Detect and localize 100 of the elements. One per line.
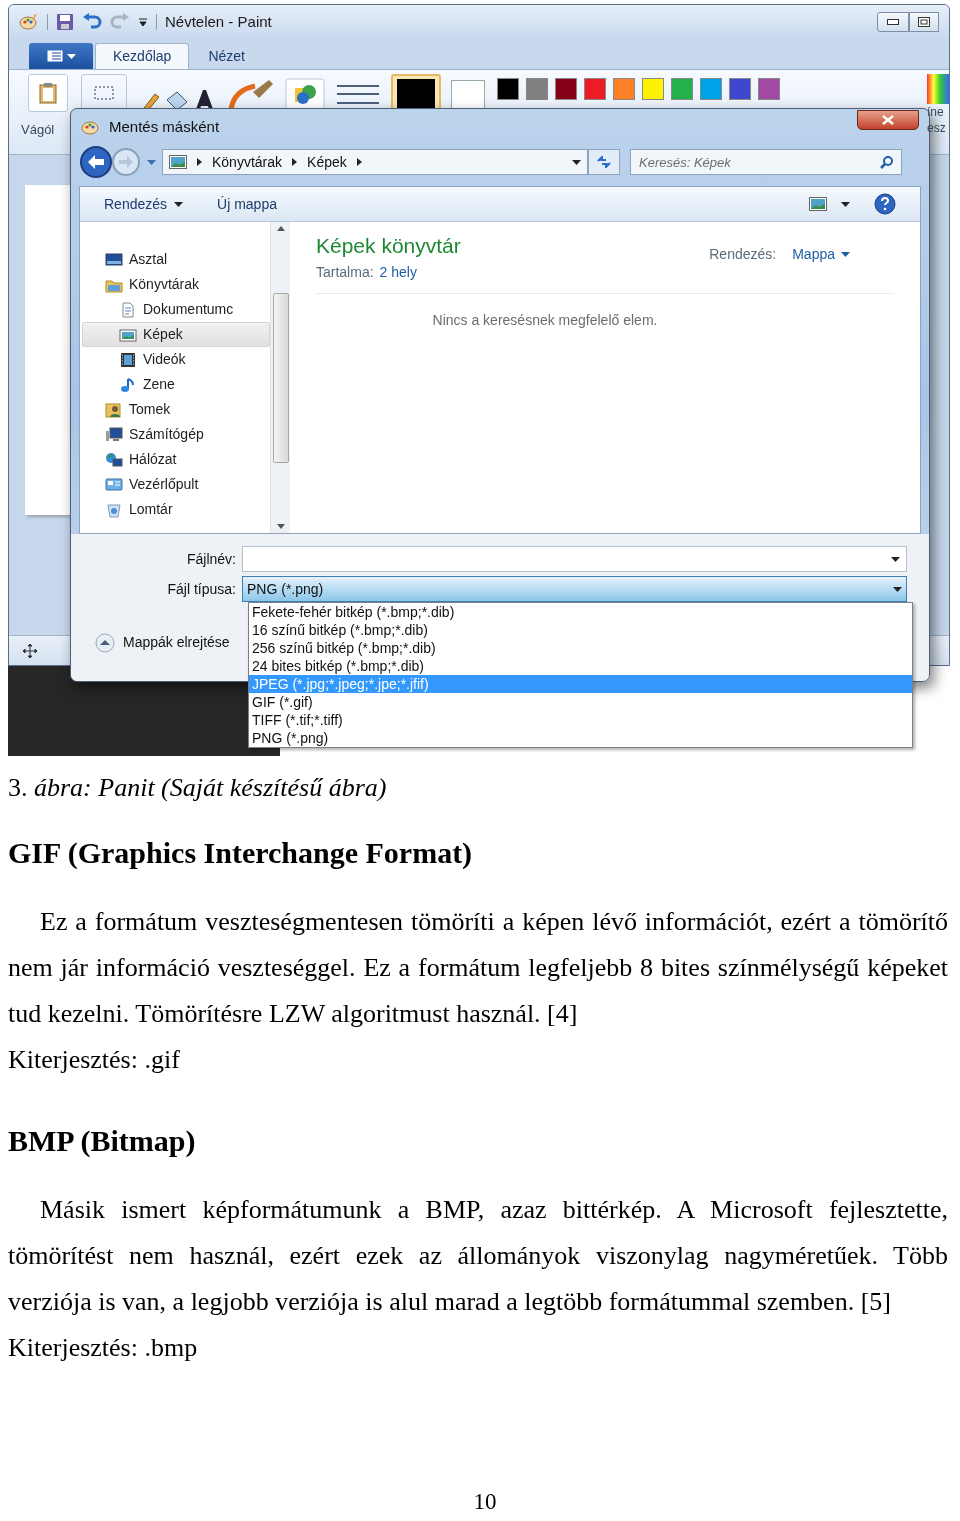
color-spectrum-icon[interactable]	[927, 74, 949, 104]
color-swatch[interactable]	[497, 78, 519, 100]
file-type-option[interactable]: GIF (*.gif)	[249, 693, 912, 711]
library-title: Képek könyvtár	[316, 233, 461, 259]
breadcrumb-item[interactable]: Könyvtárak	[212, 151, 283, 173]
color-swatch[interactable]	[584, 78, 606, 100]
file-type-option[interactable]: TIFF (*.tif;*.tiff)	[249, 711, 912, 729]
dropdown-caret-icon	[893, 586, 902, 592]
color-swatch[interactable]	[613, 78, 635, 100]
arrange-dropdown[interactable]: Mappa	[792, 243, 850, 265]
window-title: Névtelen - Paint	[165, 11, 272, 32]
file-extension: Kiterjesztés: .gif	[8, 1044, 181, 1076]
field-label: Fájl típusa:	[166, 579, 237, 599]
nav-item[interactable]: Könyvtárak	[82, 272, 270, 297]
color-swatch[interactable]	[642, 78, 664, 100]
undo-icon[interactable]	[82, 13, 102, 31]
maximize-button[interactable]	[909, 12, 939, 32]
refresh-icon	[596, 156, 612, 168]
section-heading: BMP (Bitmap)	[8, 1124, 197, 1158]
color-swatch[interactable]	[700, 78, 722, 100]
save-icon[interactable]	[56, 13, 74, 31]
collapse-icon	[95, 632, 115, 653]
paragraph: Másik ismert képformátumunk a BMP, azaz bittérkép. A Microsoft fejlesztette, tömörítést nem használ, ezért ezek az állományok viszonylag nagyméretűek. Több verziója is van, a legjobb verziója is alul marad a legtöbb formátummal szemben. [5]	[8, 1194, 949, 1318]
minimize-button[interactable]	[877, 12, 909, 32]
palette-icon	[19, 13, 39, 31]
new-folder-button[interactable]: Új mappa	[217, 193, 277, 215]
paste-button[interactable]	[28, 74, 68, 112]
file-type-option[interactable]: PNG (*.png)	[249, 729, 912, 747]
file-type-select[interactable]: PNG (*.png)	[242, 576, 907, 602]
move-cursor-icon	[23, 643, 37, 658]
file-extension: Kiterjesztés: .bmp	[8, 1332, 199, 1364]
view-icon[interactable]	[809, 197, 827, 211]
network-icon	[105, 451, 123, 468]
file-type-option[interactable]: 16 színű bitkép (*.bmp;*.dib)	[249, 621, 912, 639]
ribbon-tab[interactable]: Nézet	[191, 43, 262, 69]
ribbon-tab[interactable]: Kezdőlap	[95, 43, 190, 69]
document-icon	[119, 301, 137, 318]
section-heading: GIF (Graphics Interchange Format)	[8, 836, 474, 870]
figure-caption: 3. ábra: Panit (Saját készítésű ábra)	[8, 773, 388, 803]
color-swatch[interactable]	[729, 78, 751, 100]
search-field[interactable]: Keresés: Képek	[630, 149, 902, 175]
dialog-title: Mentés másként	[109, 116, 220, 137]
dropdown-caret-icon	[891, 556, 900, 562]
clipboard-icon	[39, 82, 57, 104]
refresh-button[interactable]	[588, 149, 620, 175]
color-swatch[interactable]	[758, 78, 780, 100]
filename-field[interactable]	[242, 546, 907, 572]
control-panel-icon	[105, 476, 123, 493]
nav-item[interactable]: Lomtár	[82, 497, 270, 522]
ribbon-label: íne	[927, 104, 944, 120]
history-caret-icon	[147, 159, 156, 165]
file-type-option[interactable]: Fekete-fehér bitkép (*.bmp;*.dib)	[249, 603, 912, 621]
desktop-icon	[105, 251, 123, 268]
file-type-option[interactable]: 256 színű bitkép (*.bmp;*.dib)	[249, 639, 912, 657]
nav-item[interactable]: Videók	[82, 347, 270, 372]
maximize-icon	[918, 17, 930, 27]
paragraph: Ez a formátum veszteségmentesen tömöríti a képen lévő információt, ezért a tömörítő nem jár információ veszteséggel. Ez a formátum legfeljebb 8 bites színmélységű képeket tud kezelni. Tömörítésre LZW algoritmust használ. [4]	[8, 906, 949, 1030]
color-swatch[interactable]	[671, 78, 693, 100]
scroll-thumb[interactable]	[272, 292, 289, 463]
close-button[interactable]	[857, 110, 919, 130]
app-menu-button[interactable]	[29, 43, 93, 69]
hide-folders-button[interactable]: Mappák elrejtése	[95, 632, 230, 653]
back-button[interactable]	[79, 145, 113, 179]
computer-icon	[105, 426, 123, 443]
recycle-bin-icon	[105, 501, 123, 518]
dropdown-caret-icon	[572, 159, 581, 165]
customize-caret-icon[interactable]	[138, 17, 148, 27]
selection-icon	[94, 86, 114, 100]
scroll-up-icon[interactable]	[276, 226, 285, 231]
scroll-down-icon[interactable]	[276, 524, 285, 529]
nav-item[interactable]: Asztal	[82, 247, 270, 272]
group-label: Vágól	[21, 121, 55, 139]
breadcrumb-item[interactable]: Képek	[307, 151, 347, 173]
music-note-icon	[119, 376, 137, 393]
minimize-icon	[887, 19, 899, 25]
nav-item[interactable]: Számítógép	[82, 422, 270, 447]
secondary-color-button[interactable]	[451, 80, 485, 110]
color-swatch[interactable]	[555, 78, 577, 100]
menu-icon	[46, 50, 63, 62]
nav-item[interactable]: Hálózat	[82, 447, 270, 472]
address-bar[interactable]: Könyvtárak Képek	[162, 149, 588, 175]
nav-item[interactable]: Tomek	[82, 397, 270, 422]
dropdown-caret-icon	[174, 201, 184, 207]
nav-item[interactable]: Vezérlőpult	[82, 472, 270, 497]
empty-message: Nincs a keresésnek megfelelő elem.	[431, 310, 659, 330]
includes-link[interactable]: 2 hely	[379, 261, 417, 283]
help-icon[interactable]	[874, 193, 896, 215]
picture-icon	[119, 326, 137, 343]
arrange-label: Rendezés:	[709, 244, 777, 264]
film-icon	[119, 351, 137, 368]
color-swatch[interactable]	[526, 78, 548, 100]
page-number: 10	[472, 1488, 498, 1516]
organize-button[interactable]: Rendezés	[104, 193, 184, 215]
nav-item[interactable]: Zene	[82, 372, 270, 397]
file-type-option[interactable]: 24 bites bitkép (*.bmp;*.dib)	[249, 657, 912, 675]
chevron-icon	[292, 158, 298, 166]
nav-item[interactable]: Dokumentumc	[82, 297, 270, 322]
caret-icon	[66, 53, 76, 59]
nav-item[interactable]: Képek	[82, 322, 270, 347]
dropdown-caret-icon	[841, 251, 850, 257]
